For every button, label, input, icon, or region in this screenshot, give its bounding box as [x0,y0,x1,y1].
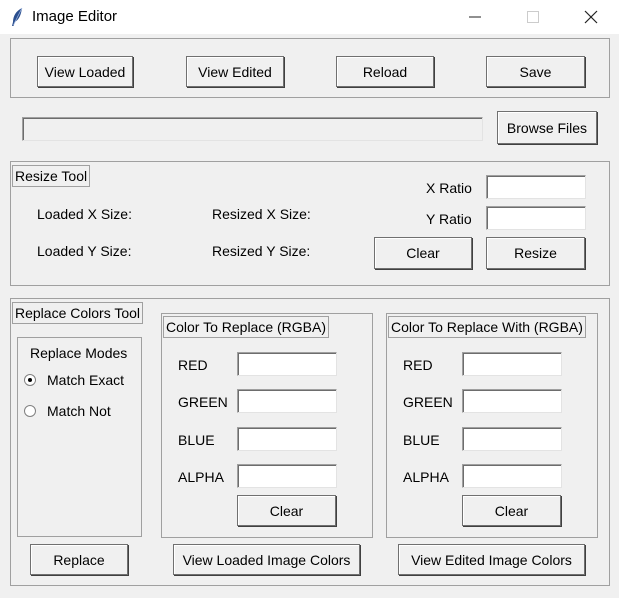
view-loaded-button[interactable]: View Loaded [37,56,133,87]
with-green-input[interactable] [462,389,562,413]
replace-blue-label: BLUE [178,432,215,448]
match-not-radio[interactable]: Match Not [24,403,139,423]
close-button[interactable] [568,0,614,34]
browse-files-button[interactable]: Browse Files [497,111,597,144]
with-red-input[interactable] [462,352,562,376]
resize-tool-title: Resize Tool [12,165,91,187]
radio-selected-icon [24,374,36,386]
y-ratio-input[interactable] [486,206,586,230]
title-bar: Image Editor [0,0,619,34]
replace-green-input[interactable] [237,389,337,413]
file-path-field[interactable] [22,117,483,141]
maximize-icon [527,11,539,23]
replace-modes-title: Replace Modes [30,345,128,361]
view-edited-button[interactable]: View Edited [186,56,284,87]
radio-unselected-icon [24,405,36,417]
minimize-button[interactable] [452,0,498,34]
save-button[interactable]: Save [486,56,585,87]
color-replace-with-title: Color To Replace With (RGBA) [388,316,586,338]
with-blue-input[interactable] [462,427,562,451]
with-red-label: RED [403,357,433,373]
replace-alpha-label: ALPHA [178,469,224,485]
match-not-label: Match Not [47,403,111,419]
view-edited-image-colors-button[interactable]: View Edited Image Colors [398,544,585,575]
x-ratio-input[interactable] [486,175,586,199]
loaded-x-size-label: Loaded X Size: [37,206,132,222]
reload-button[interactable]: Reload [336,56,434,87]
replace-blue-input[interactable] [237,427,337,451]
resize-button[interactable]: Resize [486,237,585,269]
replace-button[interactable]: Replace [30,544,128,575]
replace-red-label: RED [178,357,208,373]
replace-modes-group [17,337,142,537]
minimize-icon [469,16,481,18]
with-clear-button[interactable]: Clear [462,495,561,526]
match-exact-label: Match Exact [47,372,125,388]
window-title: Image Editor [32,8,118,25]
close-icon [584,10,598,24]
replace-red-input[interactable] [237,352,337,376]
replace-green-label: GREEN [178,394,228,410]
resized-x-size-label: Resized X Size: [212,206,311,222]
resized-y-size-label: Resized Y Size: [212,243,311,259]
color-to-replace-title: Color To Replace (RGBA) [163,316,330,338]
x-ratio-label: X Ratio [426,180,472,196]
match-exact-radio[interactable]: Match Exact [24,372,139,392]
replace-alpha-input[interactable] [237,464,337,488]
y-ratio-label: Y Ratio [426,211,472,227]
replace-colors-tool-title: Replace Colors Tool [12,302,144,324]
with-blue-label: BLUE [403,432,440,448]
resize-clear-button[interactable]: Clear [374,237,472,269]
with-alpha-label: ALPHA [403,469,449,485]
feather-icon [12,7,23,26]
with-alpha-input[interactable] [462,464,562,488]
replace-clear-button[interactable]: Clear [237,495,336,526]
maximize-button[interactable] [510,0,556,34]
with-green-label: GREEN [403,394,453,410]
loaded-y-size-label: Loaded Y Size: [37,243,132,259]
view-loaded-image-colors-button[interactable]: View Loaded Image Colors [173,544,360,575]
